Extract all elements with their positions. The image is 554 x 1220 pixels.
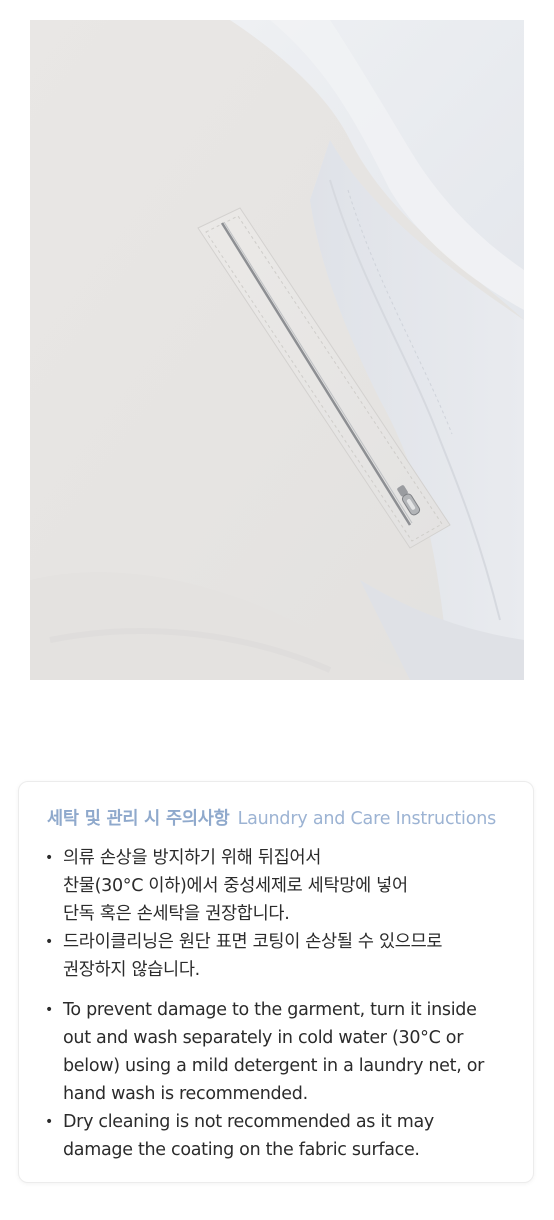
list-item-line: out and wash separately in cold water (3… <box>63 1028 464 1048</box>
care-list-english: • To prevent damage to the garment, turn… <box>43 996 513 1164</box>
care-instructions-title: 세탁 및 관리 시 주의사항 Laundry and Care Instructi… <box>47 805 496 830</box>
garment-closeup-image <box>30 20 524 680</box>
care-instructions-card: 세탁 및 관리 시 주의사항 Laundry and Care Instructi… <box>18 781 534 1183</box>
bullet: • <box>45 850 53 866</box>
list-item: • To prevent damage to the garment, turn… <box>43 996 513 1108</box>
list-item: • Dry cleaning is not recommended as it … <box>43 1108 513 1164</box>
care-list-korean: • 의류 손상을 방지하기 위해 뒤집어서 찬물(30°C 이하)에서 중성세제… <box>43 844 513 984</box>
list-item-line: 단독 혹은 손세탁을 권장합니다. <box>63 904 290 924</box>
list-item-line: To prevent damage to the garment, turn i… <box>63 1000 477 1020</box>
care-title-english: Laundry and Care Instructions <box>237 809 497 829</box>
bullet: • <box>45 1002 53 1018</box>
list-item-line: damage the coating on the fabric surface… <box>63 1140 420 1160</box>
list-item: • 드라이클리닝은 원단 표면 코팅이 손상될 수 있으므로 권장하지 않습니다… <box>43 928 513 984</box>
list-item: • 의류 손상을 방지하기 위해 뒤집어서 찬물(30°C 이하)에서 중성세제… <box>43 844 513 928</box>
list-item-line: hand wash is recommended. <box>63 1084 308 1104</box>
list-item-line: 권장하지 않습니다. <box>63 960 200 980</box>
list-item-line: 드라이클리닝은 원단 표면 코팅이 손상될 수 있으므로 <box>63 932 443 952</box>
list-item-line: 의류 손상을 방지하기 위해 뒤집어서 <box>63 848 322 868</box>
list-item-line: Dry cleaning is not recommended as it ma… <box>63 1112 434 1132</box>
list-item-line: below) using a mild detergent in a laund… <box>63 1056 485 1076</box>
bullet: • <box>45 934 53 950</box>
bullet: • <box>45 1114 53 1130</box>
product-detail-photo <box>30 20 524 680</box>
list-item-line: 찬물(30°C 이하)에서 중성세제로 세탁망에 넣어 <box>63 876 408 896</box>
care-title-korean: 세탁 및 관리 시 주의사항 <box>47 809 230 829</box>
